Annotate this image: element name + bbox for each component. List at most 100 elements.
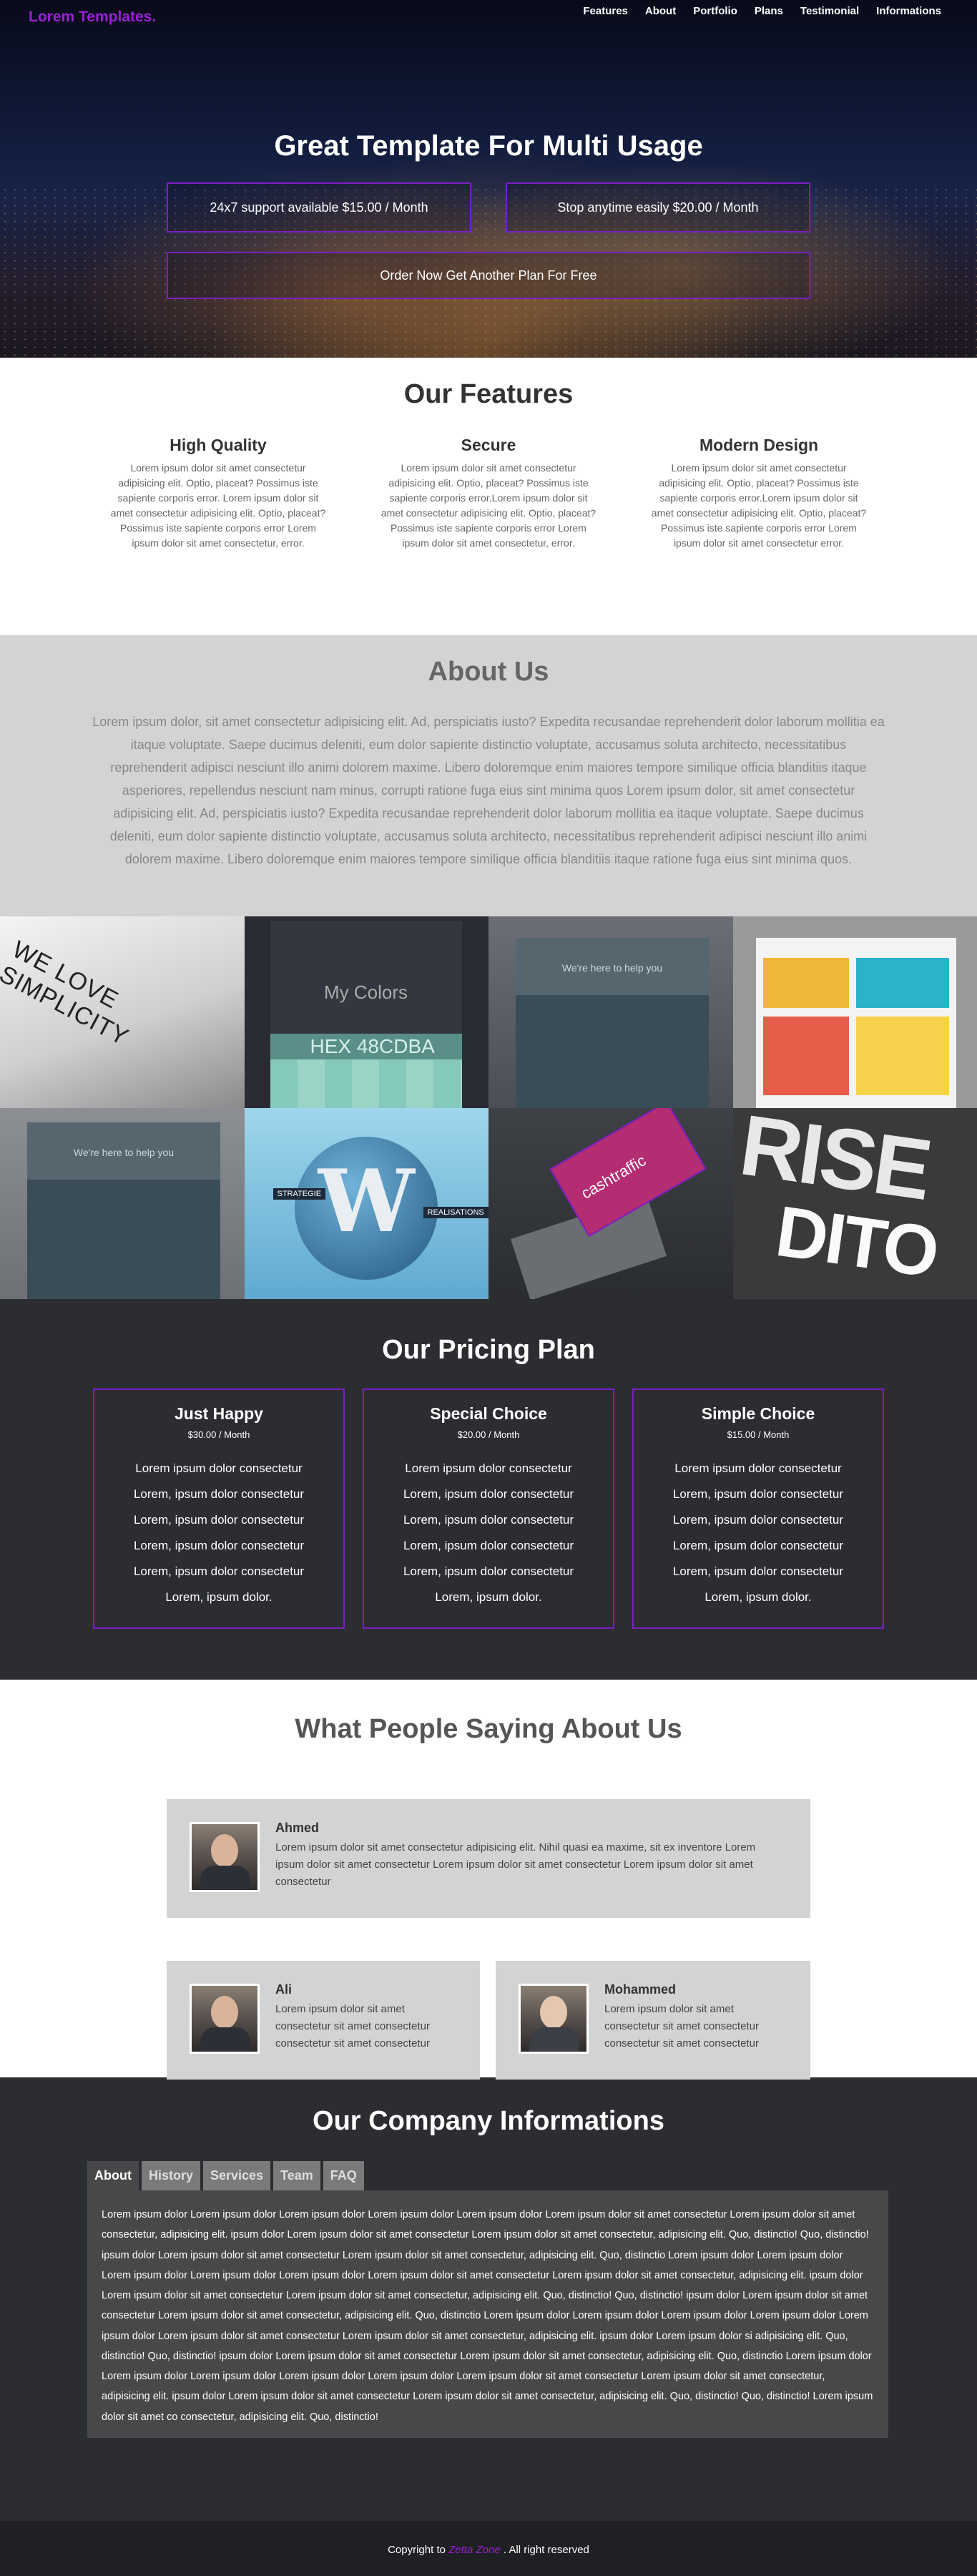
portfolio-image-text: WE LOVE SIMPLICITY xyxy=(0,936,242,1103)
feature-text: Lorem ipsum dolor sit amet consectetur a… xyxy=(377,461,600,551)
phone-hex: HEX 48CDBA xyxy=(270,1034,462,1059)
about-text: Lorem ipsum dolor, sit amet consectetur … xyxy=(92,710,885,871)
features-title: Our Features xyxy=(0,379,977,410)
nav-informations[interactable]: Informations xyxy=(876,5,941,17)
plan-feature: Lorem ipsum dolor consectetur xyxy=(94,1456,343,1482)
plan-feature: Lorem, ipsum dolor. xyxy=(634,1585,883,1610)
testimonials-title: What People Saying About Us xyxy=(0,1714,977,1745)
pricing-card-simple-choice[interactable]: Simple Choice $15.00 / Month Lorem ipsum… xyxy=(632,1389,884,1629)
pricing-card-just-happy[interactable]: Just Happy $30.00 / Month Lorem ipsum do… xyxy=(93,1389,345,1629)
company-title: Our Company Informations xyxy=(0,2106,977,2137)
testimonials-list: Ahmed Lorem ipsum dolor sit amet consect… xyxy=(0,1745,977,2088)
nav-plans[interactable]: Plans xyxy=(755,5,783,17)
tab-about[interactable]: About xyxy=(87,2161,139,2190)
pricing-card-special-choice[interactable]: Special Choice $20.00 / Month Lorem ipsu… xyxy=(363,1389,614,1629)
plan-feature: Lorem, ipsum dolor consectetur xyxy=(364,1533,613,1559)
brand-logo[interactable]: Lorem Templates. xyxy=(29,9,156,26)
card-brand: cashtraffic xyxy=(578,1151,649,1203)
plan-name: Just Happy xyxy=(94,1404,343,1424)
copyright-prefix: Copyright to xyxy=(388,2544,446,2556)
dashboard-block xyxy=(763,958,849,1008)
tab-services[interactable]: Services xyxy=(203,2161,270,2190)
globe-label: REALISATIONS xyxy=(423,1207,488,1218)
testimonial-name: Ali xyxy=(275,1982,292,1997)
hero-plan-stop[interactable]: Stop anytime easily $20.00 / Month xyxy=(506,182,810,232)
hero-plan-support[interactable]: 24x7 support available $15.00 / Month xyxy=(167,182,471,232)
portfolio-image-dashboard[interactable] xyxy=(733,916,977,1108)
plan-feature: Lorem ipsum dolor consectetur xyxy=(634,1456,883,1482)
footer-link[interactable]: Zetta Zone xyxy=(448,2544,501,2556)
plan-feature: Lorem, ipsum dolor consectetur xyxy=(634,1533,883,1559)
tab-team[interactable]: Team xyxy=(273,2161,320,2190)
nav-features[interactable]: Features xyxy=(583,5,628,17)
plan-feature: Lorem, ipsum dolor consectetur xyxy=(94,1507,343,1533)
tab-faq[interactable]: FAQ xyxy=(323,2161,364,2190)
feature-high-quality: High Quality Lorem ipsum dolor sit amet … xyxy=(107,436,330,551)
plan-feature: Lorem, ipsum dolor consectetur xyxy=(94,1482,343,1507)
portfolio-image-help-site-2[interactable]: We're here to help you xyxy=(0,1108,245,1299)
plan-name: Special Choice xyxy=(364,1404,613,1424)
plan-price: $20.00 / Month xyxy=(364,1429,613,1440)
about-section: About Us Lorem ipsum dolor, sit amet con… xyxy=(0,635,977,916)
portfolio-image-business-card[interactable]: cashtraffic xyxy=(488,1108,733,1299)
features-section: Our Features High Quality Lorem ipsum do… xyxy=(0,358,977,635)
portfolio-image-my-colors[interactable]: My Colors HEX 48CDBA xyxy=(245,916,489,1108)
nav-portfolio[interactable]: Portfolio xyxy=(693,5,737,17)
testimonial-name: Ahmed xyxy=(275,1821,319,1836)
dashboard-mockup xyxy=(756,938,956,1108)
portfolio-gallery: WE LOVE SIMPLICITY My Colors HEX 48CDBA … xyxy=(0,916,977,1299)
portfolio-image-typography[interactable]: RISE DITO xyxy=(733,1108,977,1299)
globe-letter: W xyxy=(245,1151,489,1252)
dashboard-block xyxy=(856,958,949,1008)
feature-title: High Quality xyxy=(107,436,330,455)
feature-secure: Secure Lorem ipsum dolor sit amet consec… xyxy=(377,436,600,551)
website-mockup: We're here to help you xyxy=(27,1122,220,1299)
avatar xyxy=(190,1822,260,1892)
plan-feature: Lorem, ipsum dolor consectetur xyxy=(634,1507,883,1533)
plan-price: $15.00 / Month xyxy=(634,1429,883,1440)
testimonials-section: What People Saying About Us Ahmed Lorem … xyxy=(0,1680,977,2077)
hero-section: Lorem Templates. Features About Portfoli… xyxy=(0,0,977,358)
plan-feature: Lorem, ipsum dolor consectetur xyxy=(364,1559,613,1585)
feature-title: Modern Design xyxy=(647,436,870,455)
testimonial-text: Lorem ipsum dolor sit amet consectetur a… xyxy=(275,1839,783,1891)
portfolio-image-simplicity[interactable]: WE LOVE SIMPLICITY xyxy=(0,916,245,1108)
portfolio-image-help-site[interactable]: We're here to help you xyxy=(488,916,733,1108)
tab-history[interactable]: History xyxy=(142,2161,200,2190)
feature-text: Lorem ipsum dolor sit amet consectetur a… xyxy=(107,461,330,551)
nav-testimonial[interactable]: Testimonial xyxy=(800,5,859,17)
plan-feature: Lorem, ipsum dolor. xyxy=(364,1585,613,1610)
website-banner: We're here to help you xyxy=(27,1122,220,1180)
plan-feature: Lorem, ipsum dolor. xyxy=(94,1585,343,1610)
about-title: About Us xyxy=(0,657,977,687)
pricing-cards: Just Happy $30.00 / Month Lorem ipsum do… xyxy=(0,1389,977,1629)
plan-name: Simple Choice xyxy=(634,1404,883,1424)
feature-text: Lorem ipsum dolor sit amet consectetur a… xyxy=(647,461,870,551)
testimonial-card: Ahmed Lorem ipsum dolor sit amet consect… xyxy=(167,1799,810,1918)
globe-label: STRATEGIE xyxy=(273,1188,326,1200)
plan-price: $30.00 / Month xyxy=(94,1429,343,1440)
portfolio-image-globe[interactable]: W STRATEGIE REALISATIONS xyxy=(245,1108,489,1299)
hero-plan-order[interactable]: Order Now Get Another Plan For Free xyxy=(167,252,810,299)
main-nav: Features About Portfolio Plans Testimoni… xyxy=(583,5,941,17)
phone-mockup: My Colors HEX 48CDBA xyxy=(270,921,462,1108)
testimonial-name: Mohammed xyxy=(604,1982,676,1997)
dashboard-block xyxy=(856,1017,949,1095)
plan-feature: Lorem ipsum dolor consectetur xyxy=(364,1456,613,1482)
color-swatches xyxy=(270,1059,462,1108)
plan-feature: Lorem, ipsum dolor consectetur xyxy=(364,1482,613,1507)
plan-feature: Lorem, ipsum dolor consectetur xyxy=(94,1559,343,1585)
tab-panel: Lorem ipsum dolor Lorem ipsum dolor Lore… xyxy=(87,2190,888,2438)
plan-feature: Lorem, ipsum dolor consectetur xyxy=(634,1559,883,1585)
testimonial-card: Mohammed Lorem ipsum dolor sit amet cons… xyxy=(496,1961,810,2080)
website-mockup: We're here to help you xyxy=(516,938,709,1108)
plan-feature: Lorem, ipsum dolor consectetur xyxy=(634,1482,883,1507)
avatar xyxy=(190,1984,260,2054)
nav-about[interactable]: About xyxy=(645,5,676,17)
avatar xyxy=(519,1984,589,2054)
plan-feature: Lorem, ipsum dolor consectetur xyxy=(94,1533,343,1559)
dashboard-block xyxy=(763,1017,849,1095)
pricing-section: Our Pricing Plan Just Happy $30.00 / Mon… xyxy=(0,1299,977,1680)
phone-title: My Colors xyxy=(270,981,462,1004)
features-row: High Quality Lorem ipsum dolor sit amet … xyxy=(0,436,977,551)
